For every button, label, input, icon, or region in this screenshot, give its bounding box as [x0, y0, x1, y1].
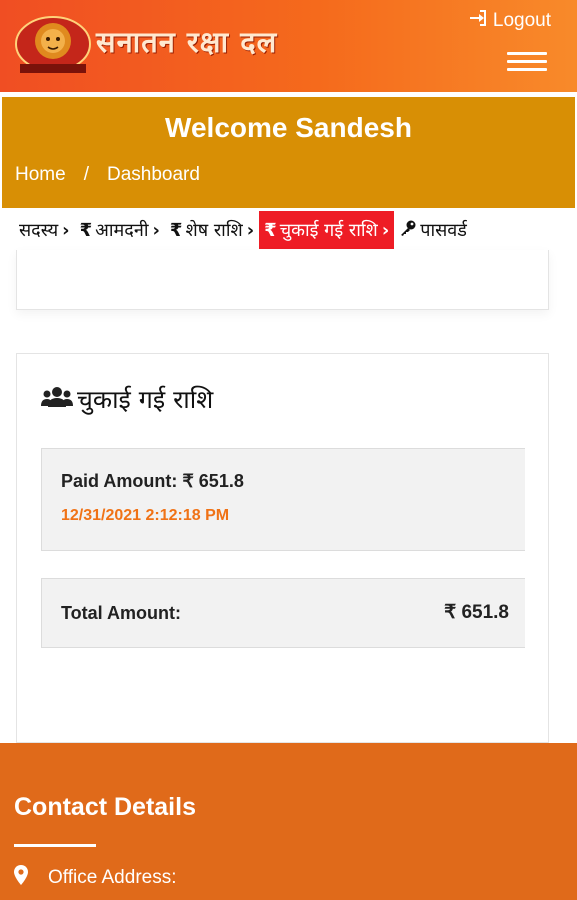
tab-balance[interactable]: ₹ शेष राशि ›: [165, 211, 259, 249]
chevron-right-icon: ›: [62, 219, 70, 241]
tab-label: सदस्य: [19, 220, 59, 241]
rupee-icon: ₹: [169, 219, 183, 241]
users-icon: [41, 385, 73, 414]
paid-amount-value: ₹ 651.8: [182, 471, 244, 491]
tab-label: चुकाई गई राशि: [279, 220, 378, 241]
sign-in-icon: [469, 9, 487, 33]
top-header: सनातन रक्षा दल Logout: [0, 0, 577, 92]
welcome-banner: Welcome Sandesh Home / Dashboard: [2, 97, 575, 208]
contact-heading: Contact Details: [14, 793, 196, 821]
key-icon: [399, 219, 417, 242]
payment-datetime: 12/31/2021 2:12:18 PM: [61, 507, 230, 524]
tab-password[interactable]: पासवर्ड: [394, 211, 472, 249]
breadcrumb: Home / Dashboard: [15, 164, 200, 186]
office-address: Office Address:: [14, 865, 177, 891]
heading-underline: [14, 844, 96, 847]
page-title: Welcome Sandesh: [165, 112, 412, 143]
chevron-right-icon: ›: [152, 219, 160, 241]
total-value: ₹ 651.8: [444, 602, 509, 623]
tab-label: आमदनी: [95, 220, 149, 241]
rupee-icon: ₹: [79, 219, 93, 241]
map-marker-icon: [14, 865, 28, 891]
tab-label: पासवर्ड: [420, 220, 467, 241]
logout-link[interactable]: Logout: [469, 9, 551, 33]
tab-label: शेष राशि: [185, 220, 243, 241]
card-title-text: चुकाई गई राशि: [77, 385, 214, 414]
card-title: चुकाई गई राशि: [41, 382, 213, 416]
paid-amount-line: Paid Amount: ₹ 651.8: [61, 471, 244, 492]
dashboard-tabs[interactable]: सदस्य › ₹ आमदनी › ₹ शेष राशि › ₹ चुकाई गई राशि…: [14, 210, 548, 250]
chevron-right-icon: ›: [246, 219, 255, 241]
chevron-right-icon: ›: [381, 219, 390, 241]
payment-entry: Paid Amount: ₹ 651.8 12/31/2021 2:12:18 …: [41, 448, 525, 551]
rupee-icon: ₹: [264, 219, 277, 241]
breadcrumb-dashboard: Dashboard: [106, 164, 200, 185]
tab-content-panel: [16, 250, 549, 310]
tab-income[interactable]: ₹ आमदनी ›: [75, 211, 165, 249]
office-address-label: Office Address:: [48, 867, 177, 888]
logo-text: सनातन रक्षा दल: [96, 25, 278, 59]
total-label: Total Amount:: [61, 603, 181, 623]
paid-amount-label: Paid Amount:: [61, 471, 178, 491]
breadcrumb-separator: /: [83, 164, 89, 185]
paid-amount-card: चुकाई गई राशि Paid Amount: ₹ 651.8 12/31…: [16, 353, 549, 743]
hamburger-icon[interactable]: [507, 52, 547, 72]
breadcrumb-home[interactable]: Home: [15, 164, 66, 186]
logo[interactable]: [14, 14, 92, 78]
tab-members[interactable]: सदस्य ›: [14, 211, 75, 249]
total-row: Total Amount: ₹ 651.8: [41, 578, 525, 648]
logout-label: Logout: [492, 10, 551, 31]
tab-paid-amount[interactable]: ₹ चुकाई गई राशि ›: [259, 211, 395, 249]
footer: Contact Details Office Address:: [0, 743, 577, 900]
